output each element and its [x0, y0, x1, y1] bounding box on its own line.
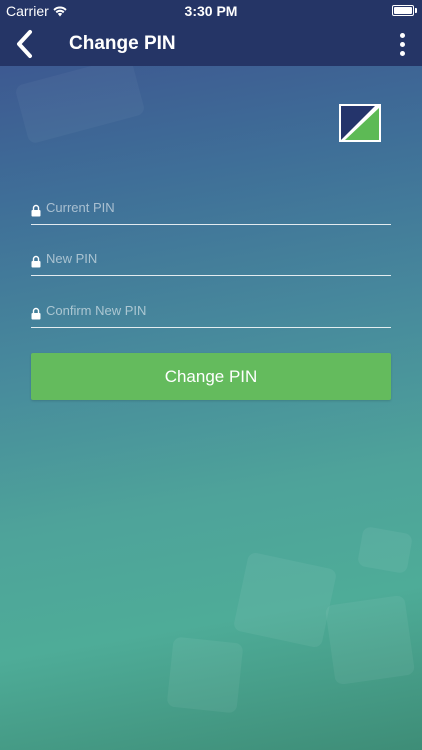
nav-bar: Change PIN	[0, 22, 422, 66]
more-vertical-icon	[399, 32, 405, 38]
back-button[interactable]	[10, 28, 42, 60]
confirm-pin-input[interactable]	[46, 299, 386, 321]
change-pin-screen: Carrier 3:30 PM Change PIN Change PIN	[0, 0, 422, 750]
bank-logo	[339, 104, 381, 142]
new-pin-input[interactable]	[46, 247, 386, 269]
more-options-button[interactable]	[392, 30, 412, 58]
page-title: Change PIN	[69, 33, 176, 54]
current-pin-input[interactable]	[46, 196, 386, 218]
more-vertical-icon	[399, 41, 405, 47]
new-pin-field	[31, 245, 391, 276]
confirm-pin-field	[31, 297, 391, 328]
current-pin-field	[31, 194, 391, 225]
background-square	[14, 55, 146, 145]
battery-icon	[392, 5, 414, 16]
lock-icon	[31, 255, 41, 268]
background-square	[324, 594, 416, 686]
background-square	[232, 551, 338, 649]
background-square	[166, 636, 244, 714]
lock-icon	[31, 307, 41, 320]
lock-icon	[31, 204, 41, 217]
more-vertical-icon	[399, 50, 405, 56]
chevron-left-icon	[17, 30, 32, 58]
status-time: 3:30 PM	[184, 3, 238, 19]
battery-tip	[415, 8, 417, 13]
change-pin-button[interactable]: Change PIN	[31, 353, 391, 400]
status-bar: Carrier 3:30 PM	[0, 0, 422, 22]
background-square	[356, 525, 414, 575]
battery-fill	[394, 7, 412, 14]
